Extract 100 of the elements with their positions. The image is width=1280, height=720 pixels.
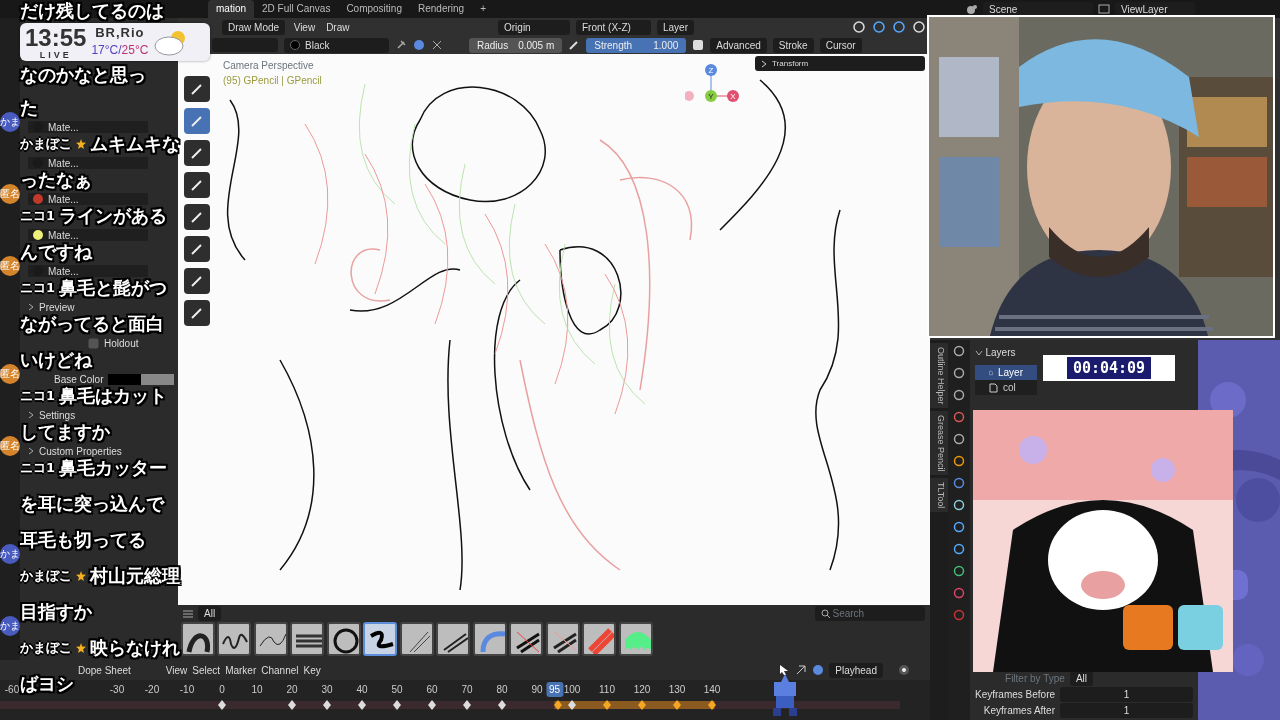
color-swatch[interactable]	[108, 373, 175, 385]
brush-thumbnail[interactable]	[290, 622, 324, 656]
comment-text: いけどね	[20, 349, 92, 371]
pressure-icon[interactable]	[692, 39, 705, 51]
brush-thumbnail[interactable]	[399, 622, 434, 656]
view-layer-icon[interactable]	[1098, 3, 1110, 15]
playhead-dropdown[interactable]: Playhead	[829, 662, 883, 678]
pen-pressure-icon[interactable]	[568, 39, 581, 51]
property-tab-icon[interactable]	[953, 411, 965, 423]
mode-dropdown[interactable]: Draw Mode	[222, 19, 286, 35]
settings-dropdown[interactable]: Cursor	[819, 37, 862, 53]
property-tab-icon[interactable]	[953, 543, 965, 555]
brush-thumbnail[interactable]	[326, 622, 361, 656]
menu-item[interactable]: View	[165, 662, 188, 678]
checkbox-label: Holdout	[104, 336, 139, 351]
menu-item[interactable]: View	[291, 19, 318, 35]
editor-type-dropdown[interactable]: Dope Sheet	[78, 662, 131, 678]
workspace-tab[interactable]: 2D Full Canvas	[254, 0, 339, 18]
pin-icon[interactable]	[395, 39, 407, 51]
tool-button[interactable]	[183, 236, 210, 262]
menu-item[interactable]: Select	[192, 662, 221, 678]
comment-text: 目指すか	[20, 601, 92, 623]
brush-mode-icon[interactable]	[431, 39, 443, 51]
overlay-toggle-icon[interactable]	[872, 21, 886, 33]
section-header[interactable]: Preview	[39, 299, 75, 315]
chevron-icon[interactable]	[761, 59, 767, 68]
layer-row[interactable]: Layer	[975, 365, 1037, 380]
section-header[interactable]: Layers	[985, 345, 1016, 360]
pivot-dropdown[interactable]: Origin	[498, 19, 570, 35]
high-temperature: 25°C	[121, 42, 149, 59]
username: かまぼこ	[20, 135, 72, 154]
tool-button[interactable]	[183, 76, 210, 102]
checkbox[interactable]	[88, 337, 99, 349]
chevron-icon[interactable]	[975, 349, 983, 356]
username: ニコ1	[20, 279, 56, 298]
tool-button[interactable]	[183, 204, 210, 230]
sphere-icon[interactable]	[413, 39, 425, 51]
workspace-tab[interactable]: Compositing	[338, 0, 410, 18]
property-tab-icon[interactable]	[953, 367, 965, 379]
property-tab-icon[interactable]	[953, 433, 965, 445]
property-tab-icon[interactable]	[953, 499, 965, 511]
transform-panel[interactable]: Transform	[755, 56, 925, 71]
view-dropdown[interactable]: Front (X-Z)	[576, 19, 651, 35]
brush-thumbnail[interactable]	[217, 622, 251, 656]
layer-row[interactable]: col	[975, 380, 1037, 395]
property-tab-icon[interactable]	[953, 477, 965, 489]
frame-number: -10	[179, 683, 195, 697]
brush-thumbnail[interactable]	[363, 622, 397, 656]
snap-icon[interactable]	[812, 664, 825, 676]
brush-thumbnail[interactable]	[180, 622, 215, 656]
brush-thumbnail[interactable]	[472, 622, 507, 656]
chevron-icon[interactable]	[28, 411, 34, 419]
number-field[interactable]: 1	[1060, 703, 1193, 718]
chevron-icon[interactable]	[28, 303, 34, 311]
strength-field[interactable]: Strength 1.000	[586, 37, 687, 53]
navigation-gizmo[interactable]: Z Y X	[685, 60, 741, 106]
tool-button[interactable]	[183, 300, 210, 326]
brush-thumbnail[interactable]	[582, 622, 616, 656]
settings-dropdown[interactable]: Stroke	[772, 37, 814, 53]
brush-thumbnail[interactable]	[436, 622, 470, 656]
menu-icon[interactable]	[183, 609, 193, 618]
brush-thumbnail[interactable]	[253, 622, 288, 656]
chevron-icon[interactable]	[28, 447, 34, 455]
property-tab-icon[interactable]	[953, 389, 965, 401]
tool-button[interactable]	[183, 140, 210, 166]
property-tab-icon[interactable]	[953, 455, 965, 467]
layer-dropdown[interactable]: Layer	[657, 19, 694, 35]
menu-item[interactable]: Marker	[225, 662, 257, 678]
brush-thumbnail[interactable]	[545, 622, 580, 656]
scene-icon[interactable]	[966, 3, 978, 15]
pen-icon	[189, 306, 204, 320]
property-tab-icon[interactable]	[953, 521, 965, 533]
tool-button[interactable]	[183, 172, 210, 198]
menu-item[interactable]: Key	[303, 662, 321, 678]
brush-thumbnail[interactable]	[618, 622, 653, 656]
radius-field[interactable]: Radius 0.005 m	[469, 37, 563, 53]
proportional-icon[interactable]	[898, 664, 910, 676]
section-header[interactable]: Settings	[39, 407, 76, 423]
property-tab-icon[interactable]	[953, 345, 965, 357]
search-field[interactable]: Search	[815, 606, 925, 621]
tool-button[interactable]	[183, 268, 210, 294]
sidebar-tab[interactable]: Outline Helper	[930, 342, 948, 409]
filter-icon[interactable]	[795, 664, 808, 676]
property-tab-icon[interactable]	[953, 565, 965, 577]
workspace-tab[interactable]: mation	[208, 0, 254, 18]
menu-item[interactable]: Channel	[261, 662, 299, 678]
overlay-toggle-icon[interactable]	[892, 21, 906, 33]
current-frame-indicator[interactable]: 95	[545, 682, 564, 697]
sidebar-tab[interactable]: TLTool	[930, 477, 948, 512]
sidebar-tab[interactable]: Grease Pencil	[930, 410, 948, 476]
property-tab-icon[interactable]	[953, 587, 965, 599]
workspace-tab[interactable]: Rendering	[409, 0, 473, 18]
settings-dropdown[interactable]: Advanced	[710, 37, 767, 53]
brush-thumbnail[interactable]	[509, 622, 543, 656]
material-dropdown[interactable]: Black	[284, 37, 389, 53]
menu-item[interactable]: Draw	[323, 19, 352, 35]
section-header[interactable]: Custom Properties	[39, 443, 122, 459]
number-field[interactable]: 1	[1060, 687, 1193, 702]
add-tab-button[interactable]: +	[472, 0, 494, 18]
filter-tab[interactable]: All	[198, 606, 222, 621]
